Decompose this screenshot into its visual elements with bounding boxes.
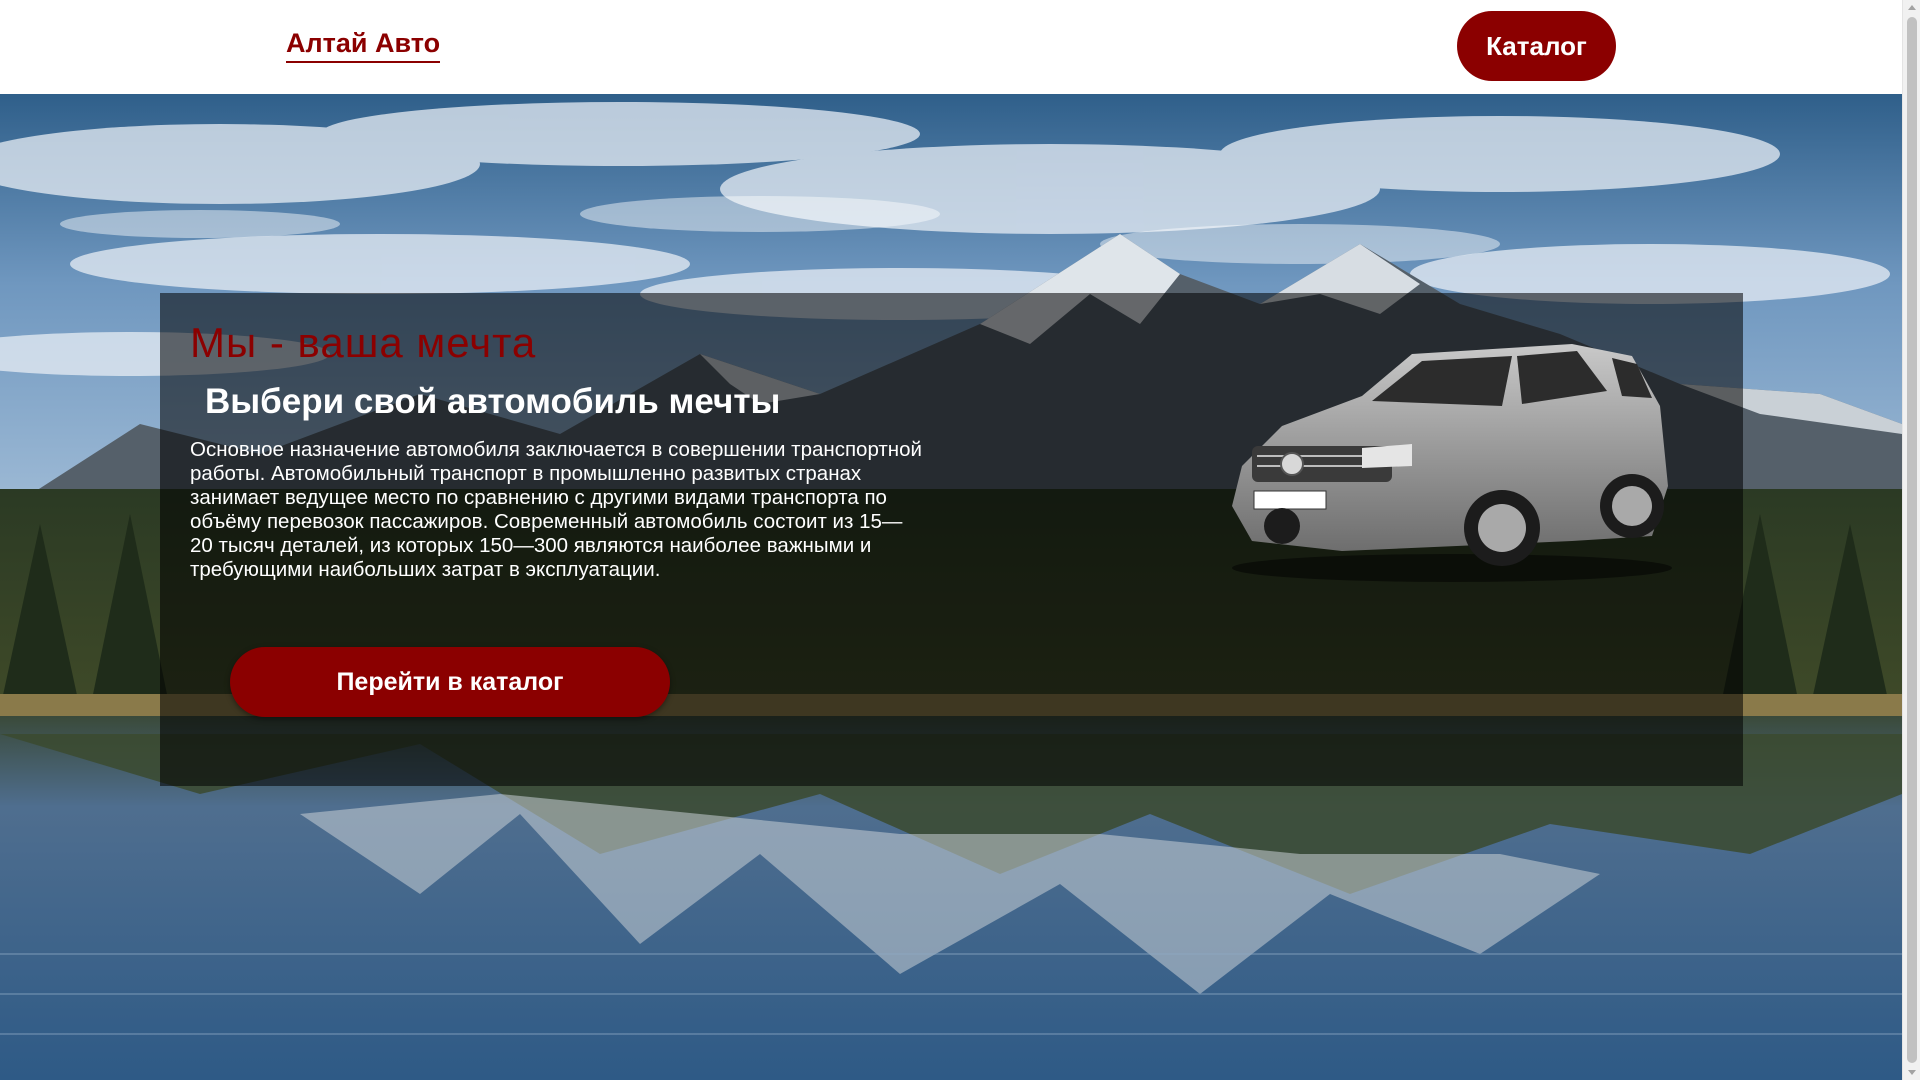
scroll-thumb[interactable] [1907,17,1917,1063]
logo-link[interactable]: Алтай Авто [286,26,441,63]
hero-description: Основное назначение автомобиля заключает… [190,438,922,581]
site-header: Алтай Авто Каталог [0,0,1902,94]
go-to-catalog-button[interactable]: Перейти в каталог [230,647,670,717]
vertical-scrollbar[interactable] [1902,0,1920,1080]
hero-tagline: Мы - ваша мечта [190,319,537,366]
hero-headline: Выбери свой автомобиль мечты [205,382,781,421]
car-image [1232,344,1672,582]
catalog-button[interactable]: Каталог [1457,11,1616,81]
scroll-down-icon[interactable] [1908,1070,1916,1075]
scroll-up-icon[interactable] [1908,5,1916,10]
